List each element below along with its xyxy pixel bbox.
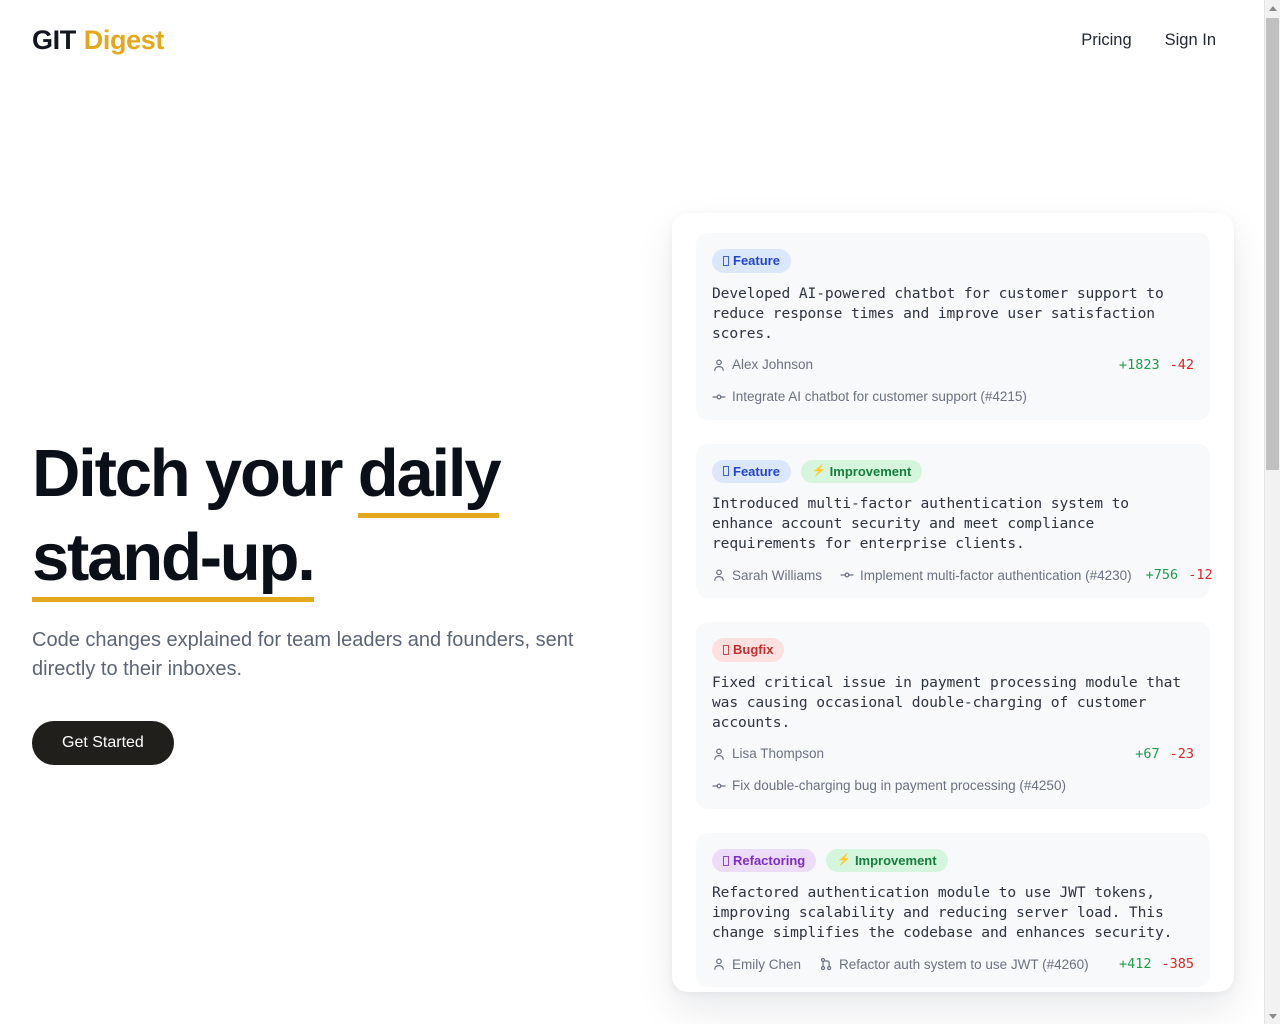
commit-author-name: Emily Chen bbox=[732, 956, 802, 972]
diff-additions: +67 bbox=[1135, 745, 1160, 762]
commit-preview-panel: Feature Developed AI-powered chatbot for … bbox=[672, 213, 1234, 992]
commit-card[interactable]: Feature Developed AI-powered chatbot for … bbox=[696, 233, 1210, 420]
commit-meta-row: Lisa Thompson +67 -23 bbox=[712, 745, 1194, 763]
commit-badge-group: Feature ⚡ Improvement bbox=[712, 459, 1194, 484]
nav-link-pricing[interactable]: Pricing bbox=[1081, 32, 1131, 49]
commit-summary: Introduced multi-factor authentication s… bbox=[712, 495, 1129, 553]
commit-badge-group: Bugfix bbox=[712, 638, 1194, 662]
commit-badge-group: Refactoring ⚡ Improvement bbox=[712, 848, 1194, 873]
commit-card[interactable]: Feature ⚡ Improvement Introduced multi-fact… bbox=[696, 443, 1213, 599]
badge-glyph-icon bbox=[723, 255, 729, 266]
badge-glyph-icon bbox=[723, 855, 729, 866]
commit-diff-stats: +1823 -42 bbox=[1119, 357, 1194, 373]
chevron-up-icon bbox=[1268, 5, 1277, 11]
commit-diff-stats: +412 -385 bbox=[1119, 956, 1194, 972]
commit-reference-row: Integrate AI chatbot for customer suppor… bbox=[712, 388, 1194, 406]
hero-title-plain: Ditch your bbox=[32, 436, 358, 511]
page-scrollbar[interactable] bbox=[1264, 0, 1280, 1024]
diff-deletions: -42 bbox=[1169, 356, 1194, 373]
commit-reference[interactable]: Fix double-charging bug in payment proce… bbox=[712, 778, 1066, 793]
diff-deletions: -23 bbox=[1169, 745, 1194, 762]
badge-label: Improvement bbox=[854, 852, 937, 868]
commit-author: Sarah Williams bbox=[712, 568, 822, 583]
commit-author: Emily Chen bbox=[712, 957, 801, 972]
commit-summary: Developed AI-powered chatbot for custome… bbox=[712, 284, 1164, 342]
badge-label: Refactoring bbox=[733, 852, 806, 868]
diff-deletions: -385 bbox=[1161, 956, 1194, 973]
badge-glyph-icon: ⚡ bbox=[811, 464, 826, 477]
main-nav: Pricing Sign In bbox=[1081, 32, 1216, 49]
badge-label: Bugfix bbox=[733, 642, 774, 658]
page-viewport: GIT Digest Pricing Sign In Ditch your da… bbox=[0, 0, 1264, 1024]
badge-glyph-icon bbox=[723, 466, 729, 477]
diff-additions: +756 bbox=[1145, 567, 1179, 584]
commit-author-name: Alex Johnson bbox=[732, 357, 814, 373]
badge-refactoring: Refactoring bbox=[712, 848, 817, 873]
commit-reference-title: Integrate AI chatbot for customer suppor… bbox=[732, 389, 1027, 405]
commit-diff-stats: +67 -23 bbox=[1135, 746, 1194, 762]
badge-label: Improvement bbox=[829, 463, 912, 479]
badge-glyph-icon: ⚡ bbox=[837, 854, 851, 867]
site-header: GIT Digest Pricing Sign In bbox=[0, 0, 1264, 80]
commit-meta-row: Emily Chen Refactor auth system to use JW… bbox=[712, 955, 1194, 973]
badge-improvement: ⚡ Improvement bbox=[800, 459, 923, 484]
logo-text-digest: Digest bbox=[83, 24, 165, 55]
commit-summary: Refactored authentication module to use … bbox=[712, 884, 1173, 942]
badge-bugfix: Bugfix bbox=[712, 638, 785, 662]
page-title: Ditch your daily stand-up. bbox=[32, 432, 632, 602]
commit-author-name: Lisa Thompson bbox=[732, 746, 825, 762]
hero-subtitle: Code changes explained for team leaders … bbox=[32, 629, 574, 680]
commit-meta-row: Sarah Williams Implement multi-factor aut… bbox=[712, 566, 1213, 584]
chevron-down-icon bbox=[1268, 1013, 1277, 1019]
scrollbar-thumb[interactable] bbox=[1266, 18, 1279, 470]
commit-card[interactable]: Refactoring ⚡ Improvement Refactored authen… bbox=[696, 832, 1210, 988]
commit-reference-title: Implement multi-factor authentication (#… bbox=[860, 567, 1132, 583]
commit-summary: Fixed critical issue in payment processi… bbox=[712, 673, 1182, 731]
commit-reference-title: Refactor auth system to use JWT (#4260) bbox=[839, 956, 1089, 972]
commit-reference[interactable]: Implement multi-factor authentication (#… bbox=[840, 568, 1132, 583]
badge-improvement: ⚡ Improvement bbox=[826, 848, 948, 873]
commit-reference[interactable]: Refactor auth system to use JWT (#4260) bbox=[819, 957, 1089, 972]
badge-label: Feature bbox=[733, 463, 780, 479]
commit-card-list: Feature Developed AI-powered chatbot for … bbox=[696, 233, 1213, 988]
site-logo[interactable]: GIT Digest bbox=[32, 24, 165, 55]
badge-label: Feature bbox=[733, 253, 780, 268]
commit-author-name: Sarah Williams bbox=[732, 567, 823, 583]
diff-deletions: -12 bbox=[1188, 567, 1213, 584]
scrollbar-down-button[interactable] bbox=[1265, 1008, 1280, 1024]
badge-feature: Feature bbox=[712, 249, 791, 273]
commit-reference-row: Fix double-charging bug in payment proce… bbox=[712, 777, 1194, 795]
commit-badge-group: Feature bbox=[712, 249, 1194, 273]
commit-reference[interactable]: Integrate AI chatbot for customer suppor… bbox=[712, 389, 1027, 404]
badge-glyph-icon bbox=[723, 644, 729, 655]
diff-additions: +1823 bbox=[1118, 356, 1160, 373]
commit-diff-stats: +756 -12 bbox=[1146, 567, 1213, 583]
badge-feature: Feature bbox=[712, 459, 791, 484]
logo-text-git: GIT bbox=[32, 24, 76, 55]
get-started-button[interactable]: Get Started bbox=[32, 721, 174, 765]
scrollbar-up-button[interactable] bbox=[1265, 0, 1280, 16]
hero-section: Ditch your daily stand-up. Code changes … bbox=[32, 432, 632, 765]
nav-link-sign-in[interactable]: Sign In bbox=[1165, 32, 1216, 49]
commit-author: Lisa Thompson bbox=[712, 746, 824, 761]
commit-reference-title: Fix double-charging bug in payment proce… bbox=[732, 778, 1066, 794]
commit-meta-row: Alex Johnson +1823 -42 bbox=[712, 356, 1194, 374]
commit-author: Alex Johnson bbox=[712, 357, 813, 372]
diff-additions: +412 bbox=[1118, 956, 1152, 973]
commit-card[interactable]: Bugfix Fixed critical issue in payment pr… bbox=[696, 622, 1210, 809]
